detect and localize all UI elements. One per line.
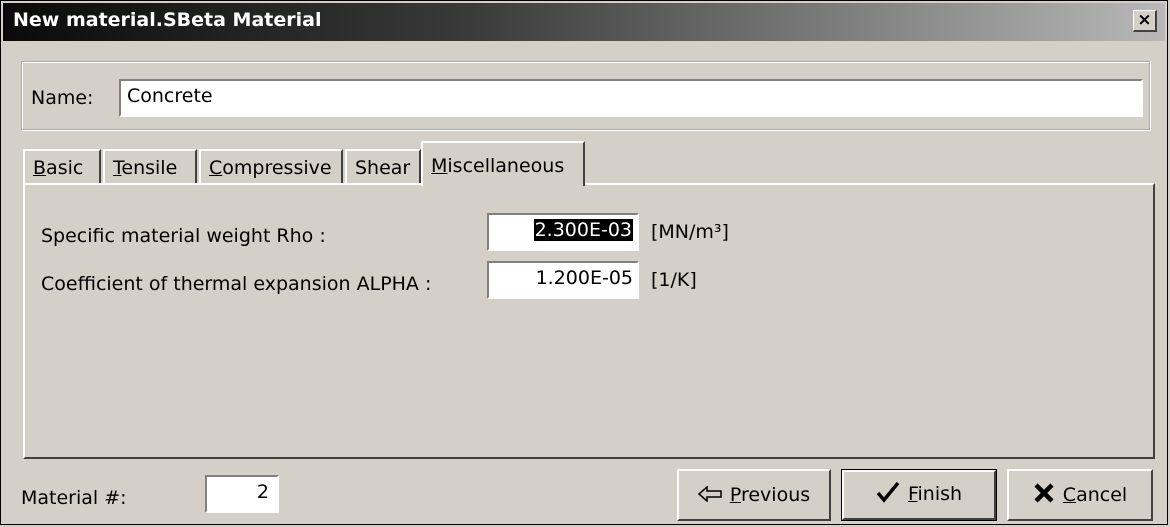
- close-icon: ×: [1137, 10, 1152, 30]
- title-bar[interactable]: New material.SBeta Material ×: [3, 3, 1165, 41]
- rho-input[interactable]: 2.300E-03: [487, 213, 639, 251]
- x-icon: [1034, 483, 1054, 503]
- alpha-input[interactable]: 1.200E-05: [487, 261, 639, 299]
- check-icon: [876, 481, 900, 503]
- rho-label: Specific material weight Rho :: [41, 225, 326, 247]
- tab-shear[interactable]: Shear: [345, 149, 421, 184]
- miscellaneous-panel: Specific material weight Rho : 2.300E-03…: [23, 183, 1155, 459]
- tab-tensile[interactable]: Tensile: [103, 149, 197, 184]
- window-title: New material.SBeta Material: [13, 9, 322, 31]
- name-group: Name: Concrete: [21, 61, 1151, 131]
- alpha-unit: [1/K]: [651, 269, 697, 291]
- left-arrow-icon: [697, 486, 722, 502]
- close-button[interactable]: ×: [1133, 10, 1157, 32]
- tab-compressive[interactable]: Compressive: [199, 149, 343, 184]
- rho-unit: [MN/m³]: [651, 221, 729, 243]
- tab-miscellaneous[interactable]: Miscellaneous: [421, 141, 585, 186]
- previous-button[interactable]: Previous: [677, 469, 831, 521]
- material-number-label: Material #:: [21, 487, 127, 509]
- finish-button[interactable]: Finish: [841, 469, 997, 521]
- cancel-button[interactable]: Cancel: [1007, 469, 1153, 521]
- material-number-input[interactable]: 2: [205, 475, 279, 513]
- alpha-label: Coefficient of thermal expansion ALPHA :: [41, 273, 432, 295]
- name-label: Name:: [31, 87, 94, 109]
- dialog-window: New material.SBeta Material × Name: Conc…: [0, 0, 1168, 525]
- tab-basic[interactable]: Basic: [23, 149, 101, 184]
- name-input[interactable]: Concrete: [119, 79, 1143, 117]
